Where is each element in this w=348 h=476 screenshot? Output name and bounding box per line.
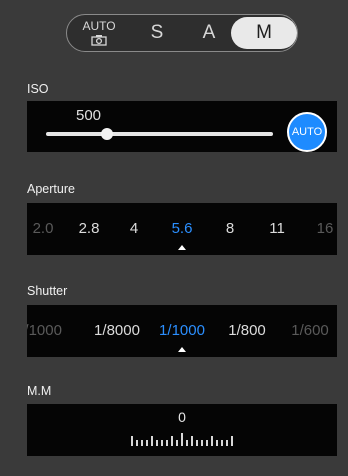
iso-label: ISO	[27, 82, 49, 96]
aperture-marker	[178, 245, 186, 250]
mm-tick	[231, 436, 233, 446]
shutter-marker	[178, 347, 186, 352]
mm-tick	[211, 436, 213, 446]
aperture-item[interactable]: 4	[130, 220, 138, 237]
mm-tick	[216, 440, 218, 446]
shutter-item[interactable]: 1/600	[291, 322, 329, 339]
aperture-label: Aperture	[27, 182, 75, 196]
mm-tick	[206, 440, 208, 446]
aperture-item[interactable]: 2.8	[79, 220, 100, 237]
aperture-item[interactable]: 8	[226, 220, 234, 237]
mm-tick	[181, 433, 183, 446]
mm-tick	[136, 440, 138, 446]
shutter-items: 1/1000 1/8000 1/1000 1/800 1/600	[27, 322, 337, 342]
iso-slider-track[interactable]	[46, 132, 273, 136]
mm-tick	[156, 440, 158, 446]
aperture-item[interactable]: 16	[317, 220, 334, 237]
mode-s-button[interactable]: S	[139, 15, 175, 51]
shutter-item[interactable]: 1/800	[228, 322, 266, 339]
mm-tick	[166, 440, 168, 446]
mode-a-button[interactable]: A	[191, 15, 227, 51]
iso-auto-button[interactable]: AUTO	[287, 112, 327, 152]
mm-tick	[141, 440, 143, 446]
mode-m-button[interactable]: M	[231, 17, 297, 49]
shutter-item[interactable]: 1/8000	[94, 322, 140, 339]
mode-selector: AUTO S A M	[66, 14, 298, 52]
mm-value: 0	[178, 409, 186, 425]
aperture-item[interactable]: 11	[269, 220, 285, 237]
mm-panel[interactable]: 0	[27, 404, 337, 456]
iso-slider-handle[interactable]	[101, 128, 114, 140]
mm-tick	[161, 440, 163, 446]
camera-icon	[91, 35, 107, 46]
mm-label: M.M	[27, 384, 52, 398]
iso-value: 500	[76, 107, 102, 124]
mm-tick	[191, 436, 193, 446]
mm-tick	[131, 436, 133, 446]
aperture-items: 2.0 2.8 4 5.6 8 11 16	[27, 220, 337, 240]
shutter-item[interactable]: 1/1000	[159, 322, 205, 339]
mode-auto-label: AUTO	[82, 19, 116, 33]
mode-auto-button[interactable]: AUTO	[75, 15, 123, 51]
mm-tick	[146, 440, 148, 446]
mm-tick	[151, 436, 153, 446]
mm-tick	[226, 440, 228, 446]
mm-tick	[186, 440, 188, 446]
mm-tick	[221, 440, 223, 446]
mm-tick	[171, 436, 173, 446]
aperture-item[interactable]: 5.6	[172, 220, 193, 237]
aperture-item[interactable]: 2.0	[33, 220, 54, 237]
shutter-item[interactable]: 1/1000	[27, 322, 62, 339]
mm-tick	[196, 440, 198, 446]
shutter-label: Shutter	[27, 284, 68, 298]
aperture-wheel[interactable]: 2.0 2.8 4 5.6 8 11 16	[27, 203, 337, 255]
shutter-wheel[interactable]: 1/1000 1/8000 1/1000 1/800 1/600	[27, 305, 337, 357]
mm-tick	[176, 440, 178, 446]
iso-panel: 500 AUTO	[27, 101, 337, 152]
mm-tick	[201, 440, 203, 446]
mm-scale[interactable]	[131, 432, 235, 446]
